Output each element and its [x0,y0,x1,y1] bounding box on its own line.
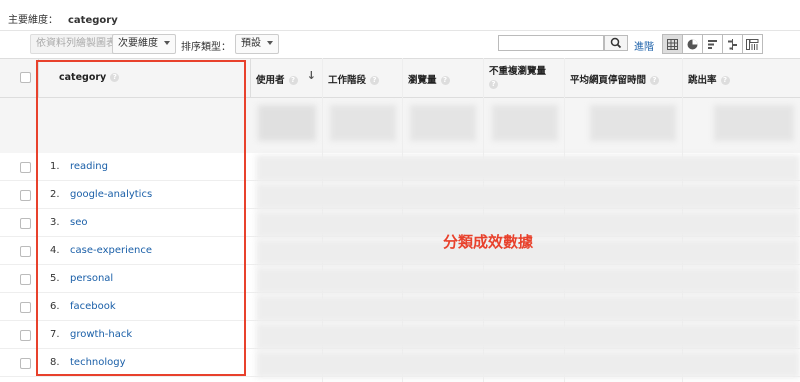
blurred-value [258,105,316,141]
column-bounce-rate[interactable]: 跳出率? [682,58,800,98]
sort-desc-icon: ↓ [306,69,316,82]
column-unique-pageviews-label: 不重複瀏覽量 [489,66,547,77]
column-pageviews-label: 瀏覽量 [408,75,437,86]
blurred-value [590,105,676,141]
primary-dimension: 主要維度： category [8,11,118,26]
pivot-view-button[interactable] [742,34,763,54]
select-all-checkbox[interactable] [20,72,31,83]
annotation-label: 分類成效數據 [443,233,534,251]
help-icon: ? [370,76,380,85]
help-icon: ? [650,76,660,85]
column-sessions[interactable]: 工作階段? [322,58,402,98]
blurred-value [492,105,558,141]
secondary-dimension-dropdown[interactable]: 次要維度 [112,34,176,54]
help-icon: ? [288,76,298,85]
primary-dimension-value: category [68,15,118,26]
pie-view-button[interactable] [682,34,703,54]
sort-type-value: 預設 [241,38,261,49]
sort-type-label: 排序類型： [181,42,231,53]
blurred-value [256,267,800,294]
highlight-box [36,60,246,376]
blurred-value [256,351,800,378]
pie-chart-icon [687,39,698,49]
column-sessions-label: 工作階段 [328,75,367,86]
secondary-dimension-label: 次要維度 [118,38,158,49]
advanced-link[interactable]: 進階 [634,38,654,53]
table-view-button[interactable] [662,34,683,54]
search-input[interactable] [498,35,604,51]
blurred-value [714,105,794,141]
chevron-down-icon [267,41,273,45]
blurred-value [330,105,396,141]
row-checkbox[interactable] [20,218,31,229]
performance-view-button[interactable] [702,34,723,54]
pivot-table-icon [746,38,759,50]
bar-list-icon [708,39,717,49]
help-icon: ? [720,76,730,85]
column-avg-time-label: 平均網頁停留時間 [570,75,647,86]
comparison-icon [728,38,737,50]
row-checkbox[interactable] [20,190,31,201]
row-checkbox[interactable] [20,330,31,341]
blurred-value [256,183,800,210]
plot-rows-button[interactable]: 依資料列繪製圖表 [30,34,122,54]
chevron-down-icon [164,41,170,45]
blurred-value [256,155,800,182]
blurred-value [410,105,476,141]
blurred-value [256,323,800,350]
search-icon [610,37,622,49]
comparison-view-button[interactable] [722,34,743,54]
help-icon: ? [489,80,498,89]
grid-icon [667,38,678,50]
column-bounce-rate-label: 跳出率 [688,75,717,86]
view-switcher [662,34,763,54]
blurred-value [256,295,800,322]
help-icon: ? [440,76,450,85]
column-unique-pageviews[interactable]: 不重複瀏覽量? [483,58,564,98]
row-checkbox[interactable] [20,358,31,369]
column-avg-time[interactable]: 平均網頁停留時間? [564,58,682,98]
primary-dimension-label: 主要維度： [8,15,58,26]
divider [0,30,800,31]
column-users[interactable]: 使用者? ↓ [250,58,322,98]
search-button[interactable] [604,35,628,51]
row-checkbox[interactable] [20,246,31,257]
row-checkbox[interactable] [20,302,31,313]
sort-type-dropdown[interactable]: 預設 [235,34,279,54]
row-checkbox[interactable] [20,162,31,173]
column-pageviews[interactable]: 瀏覽量? [402,58,483,98]
row-checkbox[interactable] [20,274,31,285]
column-users-label: 使用者 [256,75,285,86]
